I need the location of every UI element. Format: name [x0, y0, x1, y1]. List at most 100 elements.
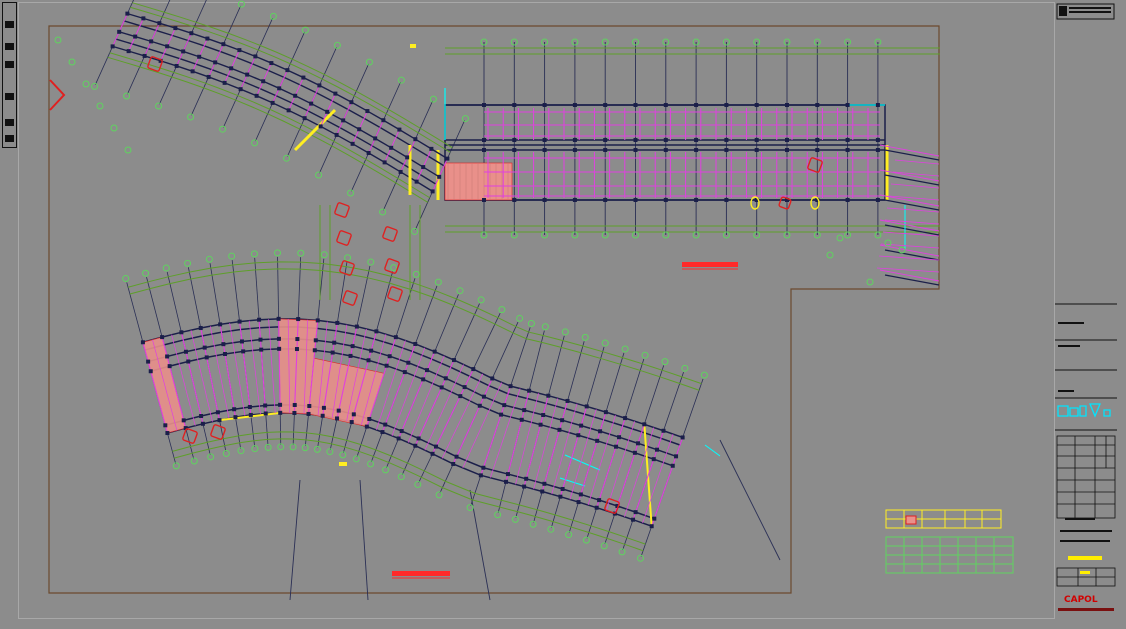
cyan-line: [704, 444, 721, 457]
axis-bubble: [477, 296, 485, 304]
column: [414, 179, 419, 184]
column: [512, 148, 517, 152]
column: [522, 484, 527, 489]
column: [458, 394, 463, 399]
column: [276, 316, 281, 321]
wall-line: [884, 274, 940, 286]
column: [481, 394, 486, 399]
column: [217, 418, 222, 423]
column: [471, 367, 476, 372]
column: [642, 422, 647, 427]
column: [384, 363, 389, 368]
wall-line: [109, 52, 431, 199]
beam-line: [551, 403, 578, 495]
column: [402, 370, 407, 375]
column: [572, 148, 577, 152]
column: [633, 148, 638, 152]
column: [406, 360, 411, 365]
axis-bubble: [641, 351, 649, 359]
axis-bubble: [600, 542, 608, 550]
column: [232, 407, 237, 412]
axis-bubble: [836, 234, 844, 242]
axis-bubble: [382, 466, 390, 474]
column: [633, 198, 638, 202]
axis-bubble: [618, 548, 626, 556]
column: [503, 479, 508, 484]
column: [576, 433, 581, 438]
column: [261, 79, 266, 84]
axis-bubble: [347, 189, 355, 197]
column: [276, 336, 281, 341]
column: [694, 103, 699, 107]
beam-line: [239, 321, 252, 415]
column: [278, 402, 283, 407]
column: [393, 335, 398, 340]
column: [248, 412, 253, 417]
axis-bubble: [434, 278, 442, 286]
column: [221, 42, 226, 47]
column: [815, 138, 820, 142]
column: [165, 431, 170, 436]
column: [380, 430, 385, 435]
column: [603, 138, 608, 142]
column: [149, 39, 154, 44]
axis-bubble: [529, 520, 537, 528]
column: [663, 198, 668, 202]
axis-bubble: [397, 76, 405, 84]
column: [398, 169, 403, 174]
column: [481, 465, 486, 470]
column: [197, 54, 202, 59]
column: [542, 148, 547, 152]
column: [200, 421, 205, 426]
column: [174, 63, 179, 68]
axis-bubble: [435, 491, 443, 499]
column: [633, 138, 638, 142]
axis-bubble: [397, 473, 405, 481]
column: [381, 118, 386, 123]
wall-line: [129, 268, 700, 391]
column: [245, 72, 250, 77]
axis-bubble: [187, 113, 195, 121]
column: [270, 100, 275, 105]
cad-drawing-canvas[interactable]: CAPOL: [0, 0, 1126, 629]
column: [631, 517, 636, 522]
column: [117, 29, 122, 34]
column: [512, 103, 517, 107]
column: [724, 148, 729, 152]
column: [333, 91, 338, 96]
column: [429, 146, 434, 151]
column: [815, 103, 820, 107]
axis-bubble: [365, 58, 373, 66]
column: [875, 103, 880, 107]
column: [302, 116, 307, 121]
column: [421, 377, 426, 382]
column: [680, 435, 685, 440]
axis-bubble: [110, 124, 118, 132]
column: [199, 414, 204, 419]
axis-bubble: [390, 264, 398, 272]
column: [263, 411, 268, 416]
yellow-tag: [339, 462, 347, 466]
column: [293, 93, 298, 98]
axis-bubble: [527, 320, 535, 328]
column: [341, 118, 346, 123]
column: [519, 417, 524, 422]
column: [238, 87, 243, 92]
column: [278, 410, 283, 415]
yellow-mark: [810, 196, 820, 210]
red-highlight-mark: [384, 258, 400, 274]
column: [165, 44, 170, 49]
column: [160, 335, 165, 340]
column: [140, 340, 145, 345]
column: [875, 148, 880, 152]
column: [373, 136, 378, 141]
column: [332, 340, 337, 345]
column: [430, 451, 435, 456]
hatched-slab: [142, 336, 187, 434]
axis-bubble: [142, 269, 150, 277]
column: [595, 438, 600, 443]
column: [477, 403, 482, 408]
axis-bubble: [91, 82, 99, 90]
column: [307, 403, 312, 408]
column: [296, 317, 301, 322]
